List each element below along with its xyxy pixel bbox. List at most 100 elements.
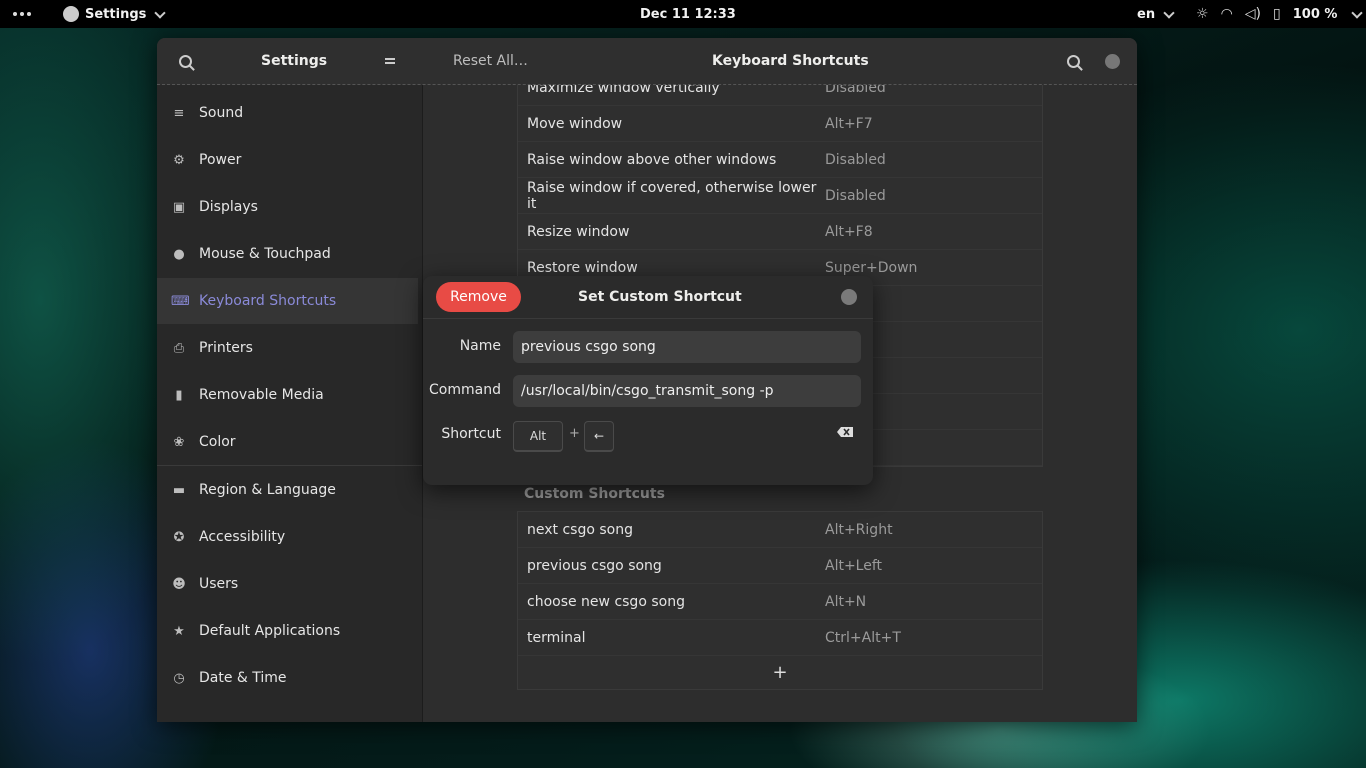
shortcut-keys: Alt+Right bbox=[825, 521, 893, 538]
color-icon: ❀ bbox=[173, 434, 185, 450]
shortcut-keys: Disabled bbox=[825, 187, 886, 204]
shortcut-row[interactable]: Move window Alt+F7 bbox=[518, 106, 1042, 142]
clock[interactable]: Dec 11 12:33 bbox=[640, 0, 736, 28]
sidebar-item-label: Users bbox=[199, 576, 239, 592]
sidebar-item-label: Displays bbox=[199, 199, 258, 215]
sidebar-item-date-time[interactable]: ◷ Date & Time bbox=[157, 655, 418, 701]
keyboard-icon: ⌨ bbox=[171, 293, 190, 309]
sidebar-item-mouse-touchpad[interactable]: ● Mouse & Touchpad bbox=[157, 231, 418, 277]
shortcut-keys: Disabled bbox=[825, 151, 886, 168]
command-input[interactable]: /usr/local/bin/csgo_transmit_song -p bbox=[513, 375, 861, 407]
sidebar-item-label: Printers bbox=[199, 340, 253, 356]
custom-shortcut-row[interactable]: next csgo song Alt+Right bbox=[518, 512, 1042, 548]
backspace-clear-icon[interactable] bbox=[837, 427, 853, 437]
custom-shortcut-row[interactable]: terminal Ctrl+Alt+T bbox=[518, 620, 1042, 656]
sidebar-item-printers[interactable]: ⎙ Printers bbox=[157, 325, 418, 371]
custom-shortcuts-heading: Custom Shortcuts bbox=[524, 486, 665, 502]
chevron-down-icon bbox=[154, 6, 167, 19]
search-icon bbox=[179, 54, 192, 68]
dialog-close-button[interactable] bbox=[841, 289, 857, 305]
reset-all-button[interactable]: Reset All… bbox=[453, 38, 528, 84]
gear-icon bbox=[63, 6, 79, 22]
sidebar-item-accessibility[interactable]: ✪ Accessibility bbox=[157, 514, 418, 560]
chevron-down-icon bbox=[1163, 6, 1175, 19]
app-menu-label: Settings bbox=[85, 6, 147, 22]
shortcut-name: Raise window if covered, otherwise lower… bbox=[527, 179, 817, 212]
sidebar: ≡ Sound ⚙ Power ▣ Displays ● Mouse & Touchpad ⌨ K… bbox=[157, 85, 423, 722]
header-bar: Settings Reset All… Keyboard Shortcuts bbox=[157, 38, 1137, 85]
shortcut-row[interactable]: Resize window Alt+F8 bbox=[518, 214, 1042, 250]
system-tray[interactable]: ☼ ◠ ◁) ▯ 100 % bbox=[1196, 0, 1364, 28]
star-icon: ★ bbox=[173, 623, 185, 639]
sidebar-title: Settings bbox=[261, 53, 328, 69]
sidebar-item-color[interactable]: ❀ Color bbox=[157, 419, 418, 465]
language-indicator[interactable]: en bbox=[1137, 0, 1175, 28]
shortcut-row[interactable]: Maximize window vertically Disabled bbox=[518, 85, 1042, 106]
shortcut-name: Resize window bbox=[527, 223, 630, 240]
shortcut-plus: + bbox=[569, 426, 580, 441]
page-title: Keyboard Shortcuts bbox=[712, 53, 869, 69]
shortcut-key-left[interactable]: ← bbox=[584, 421, 614, 452]
display-icon: ▣ bbox=[172, 199, 186, 215]
sidebar-item-label: Date & Time bbox=[199, 670, 287, 686]
chevron-down-icon bbox=[1351, 6, 1364, 19]
add-shortcut-button[interactable]: + bbox=[518, 656, 1042, 689]
sidebar-item-label: Default Applications bbox=[199, 623, 341, 639]
sidebar-item-default-applications[interactable]: ★ Default Applications bbox=[157, 608, 418, 654]
shortcut-search-button[interactable] bbox=[1067, 38, 1080, 84]
name-input[interactable]: previous csgo song bbox=[513, 331, 861, 363]
shortcut-row[interactable]: Raise window above other windows Disabled bbox=[518, 142, 1042, 178]
shortcut-key-alt[interactable]: Alt bbox=[513, 421, 563, 452]
sidebar-item-label: Removable Media bbox=[199, 387, 324, 403]
custom-shortcuts-list: next csgo song Alt+Right previous csgo son… bbox=[517, 511, 1043, 690]
sidebar-item-label: Region & Language bbox=[199, 482, 336, 498]
sidebar-search-button[interactable] bbox=[179, 38, 192, 84]
wifi-icon: ◠ bbox=[1220, 6, 1233, 22]
shortcut-keys: Ctrl+Alt+T bbox=[825, 629, 901, 646]
custom-shortcut-row[interactable]: previous csgo song Alt+Left bbox=[518, 548, 1042, 584]
shortcut-name: previous csgo song bbox=[527, 557, 662, 574]
power-icon: ⚙ bbox=[173, 152, 185, 168]
clock-icon: ◷ bbox=[173, 670, 185, 686]
shortcut-name: next csgo song bbox=[527, 521, 633, 538]
sidebar-item-power[interactable]: ⚙ Power bbox=[157, 137, 418, 183]
sidebar-item-removable-media[interactable]: ▮ Removable Media bbox=[157, 372, 418, 418]
shortcut-label: Shortcut bbox=[441, 426, 501, 442]
sidebar-item-region-language[interactable]: ▬ Region & Language bbox=[157, 467, 418, 513]
custom-shortcut-row[interactable]: choose new csgo song Alt+N bbox=[518, 584, 1042, 620]
mouse-icon: ● bbox=[173, 246, 185, 262]
accessibility-icon: ✪ bbox=[173, 529, 185, 545]
window-close-button[interactable] bbox=[1105, 38, 1120, 84]
search-icon bbox=[1067, 54, 1080, 68]
sidebar-item-users[interactable]: ☻ Users bbox=[157, 561, 418, 607]
sidebar-item-keyboard-shortcuts[interactable]: ⌨ Keyboard Shortcuts bbox=[157, 278, 418, 324]
sidebar-item-label: Power bbox=[199, 152, 242, 168]
shortcut-keys: Alt+F7 bbox=[825, 115, 873, 132]
sidebar-item-label: Keyboard Shortcuts bbox=[199, 293, 337, 309]
remove-button[interactable]: Remove bbox=[436, 282, 521, 312]
shortcut-keys: Alt+F8 bbox=[825, 223, 873, 240]
hamburger-menu-icon bbox=[385, 58, 395, 64]
usb-icon: ▮ bbox=[175, 387, 183, 403]
command-label: Command bbox=[429, 382, 501, 398]
dialog-title: Set Custom Shortcut bbox=[578, 289, 742, 305]
app-menu[interactable]: Settings bbox=[63, 0, 167, 28]
main-menu-button[interactable] bbox=[385, 38, 395, 84]
shortcut-row[interactable]: Raise window if covered, otherwise lower… bbox=[518, 178, 1042, 214]
shortcut-name: choose new csgo song bbox=[527, 593, 685, 610]
dialog-header: Remove Set Custom Shortcut bbox=[423, 276, 873, 319]
shortcut-name: Restore window bbox=[527, 259, 638, 276]
activities-button[interactable] bbox=[13, 0, 31, 28]
sidebar-item-label: Sound bbox=[199, 105, 244, 121]
shortcut-name: Maximize window vertically bbox=[527, 85, 720, 96]
volume-icon: ◁) bbox=[1244, 6, 1262, 22]
close-icon bbox=[1105, 53, 1120, 69]
battery-percent: 100 % bbox=[1292, 6, 1338, 22]
sidebar-item-sound[interactable]: ≡ Sound bbox=[157, 90, 418, 136]
sidebar-item-label: Mouse & Touchpad bbox=[199, 246, 331, 262]
speaker-icon: ≡ bbox=[173, 105, 185, 121]
language-label: en bbox=[1137, 6, 1156, 22]
shortcut-name: Raise window above other windows bbox=[527, 151, 777, 168]
set-custom-shortcut-dialog: Remove Set Custom Shortcut Name previous… bbox=[423, 276, 873, 485]
sidebar-item-displays[interactable]: ▣ Displays bbox=[157, 184, 418, 230]
